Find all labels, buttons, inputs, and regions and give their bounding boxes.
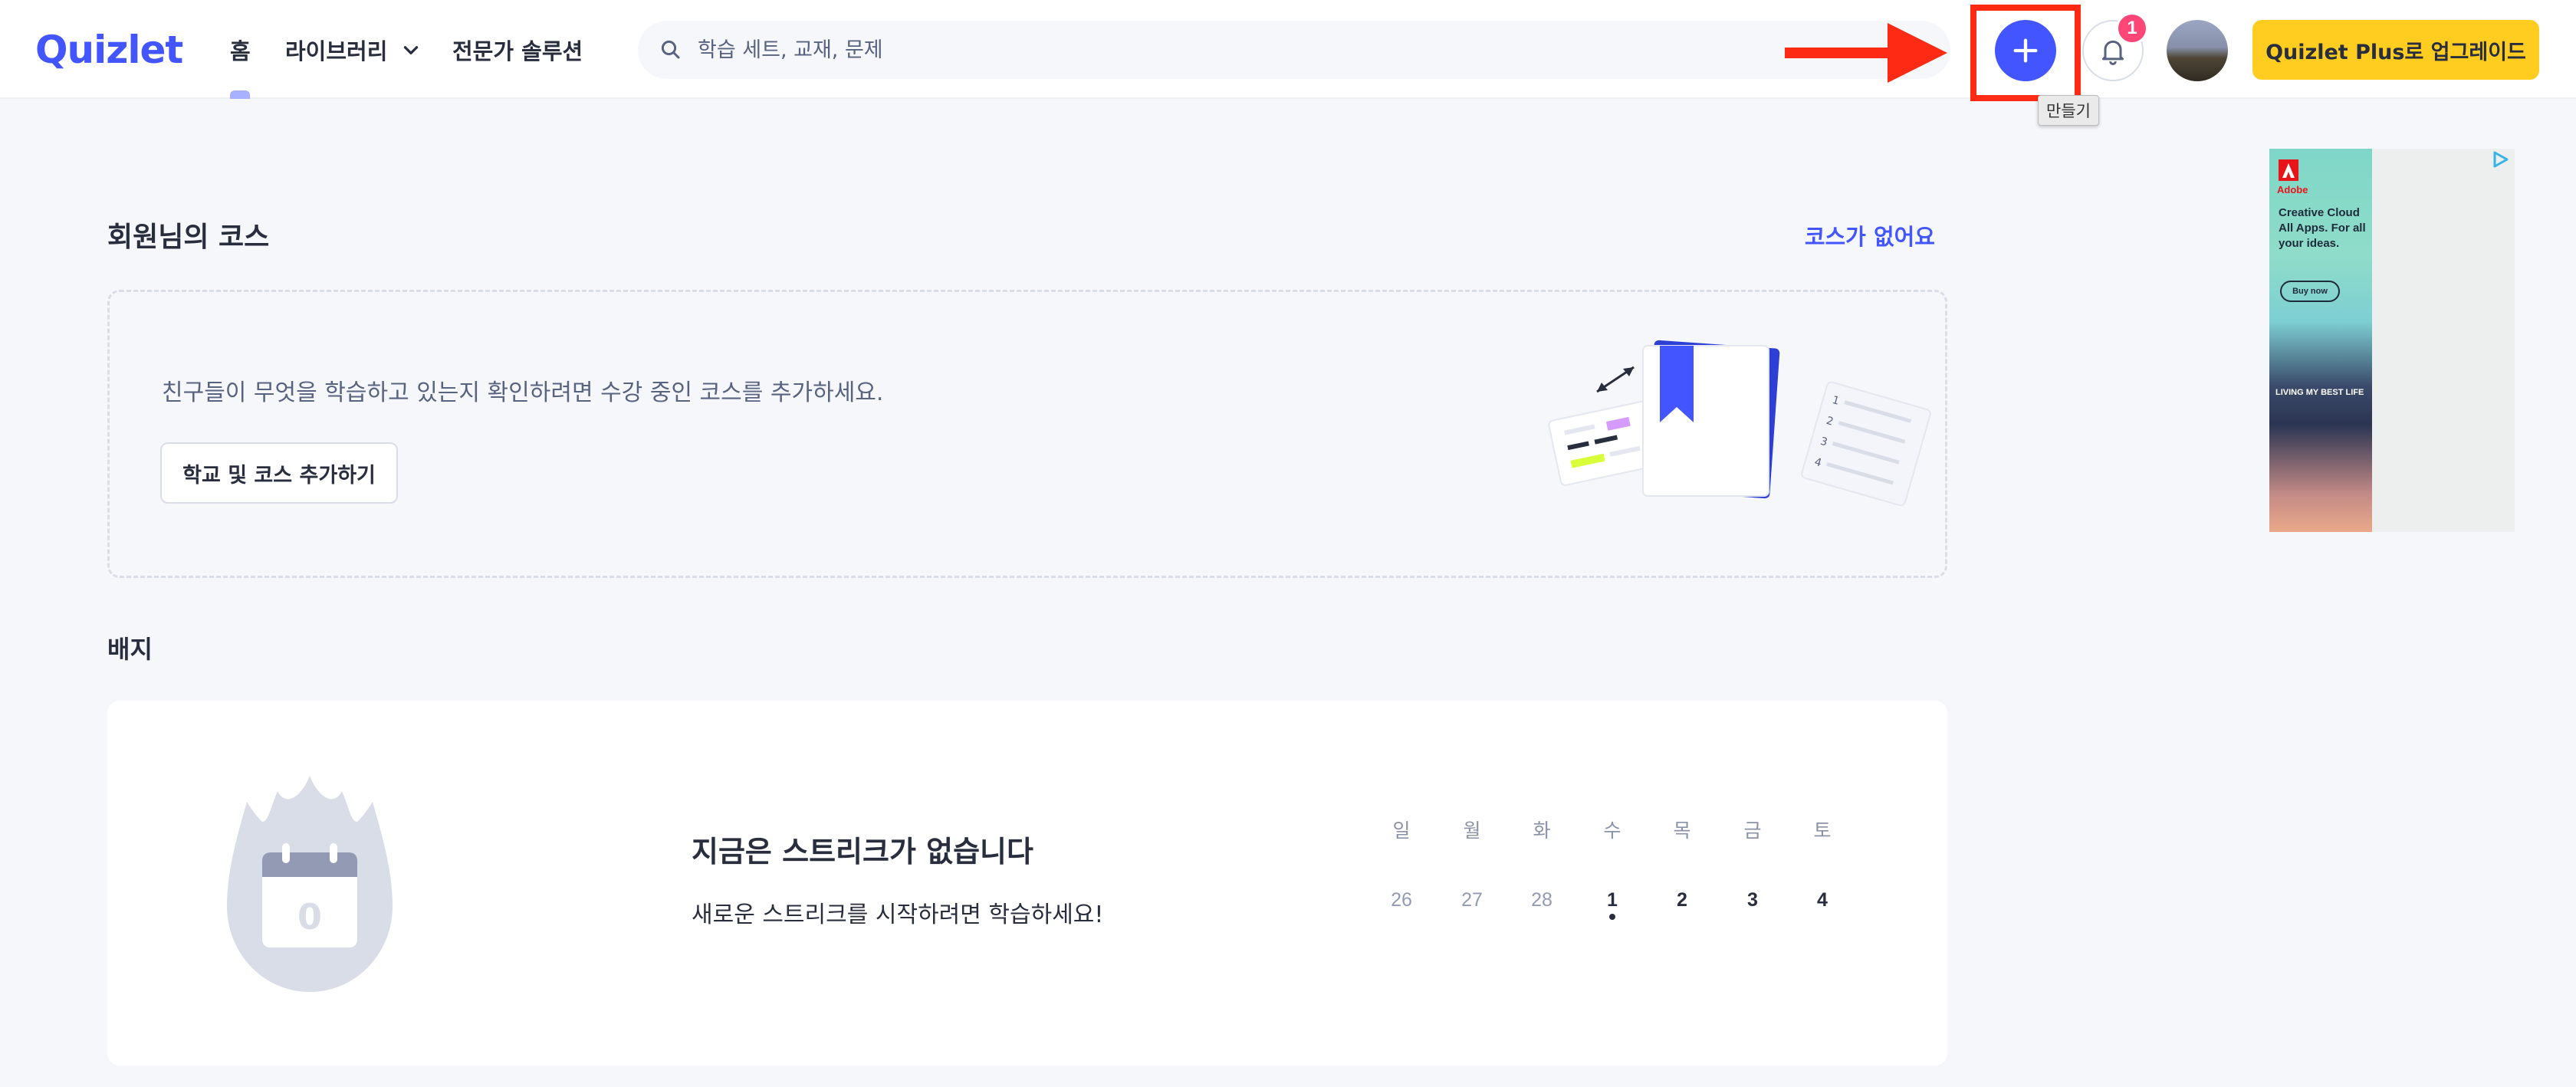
calendar-date: 3	[1747, 889, 1758, 911]
calendar-day-label: 화	[1533, 820, 1551, 842]
ad-brand: Adobe	[2277, 184, 2308, 195]
nav-expert-solutions[interactable]: 전문가 솔루션	[452, 34, 583, 66]
ad-buy-button[interactable]: Buy now	[2280, 281, 2340, 302]
advertisement[interactable]: Adobe Creative Cloud All Apps. For all y…	[2269, 149, 2515, 532]
chevron-down-icon	[404, 46, 419, 54]
ad-creative: Adobe Creative Cloud All Apps. For all y…	[2269, 149, 2372, 532]
calendar-day-label: 토	[1813, 820, 1832, 842]
calendar-day-label: 월	[1463, 820, 1481, 842]
calendar-date: 26	[1391, 889, 1412, 911]
calendar-date: 28	[1531, 889, 1552, 911]
quizlet-logo[interactable]: Quizlet	[35, 28, 183, 72]
today-dot-indicator	[1609, 914, 1615, 920]
add-course-button[interactable]: 학교 및 코스 추가하기	[160, 442, 398, 504]
adobe-logo-icon	[2279, 159, 2298, 181]
calendar-day-label: 목	[1673, 820, 1691, 842]
calendar-date: 4	[1817, 889, 1828, 911]
calendar-date: 2	[1677, 889, 1687, 911]
create-button[interactable]	[1995, 20, 2056, 81]
nav-home[interactable]: 홈	[230, 34, 251, 66]
streak-subtitle: 새로운 스트리크를 시작하려면 학습하세요!	[692, 901, 1104, 928]
nav-library[interactable]: 라이브러리	[285, 34, 421, 66]
streak-heading: 지금은 스트리크가 없습니다	[692, 835, 1033, 869]
calendar-date-today: 1	[1607, 889, 1618, 911]
search-bar[interactable]	[638, 21, 1950, 79]
plus-icon	[2013, 38, 2038, 63]
search-input[interactable]	[698, 38, 1848, 62]
create-tooltip: 만들기	[2038, 95, 2099, 126]
courses-illustration: 1 2 3 4	[1548, 340, 1931, 507]
calendar-date: 27	[1461, 889, 1483, 911]
nav-home-active-indicator	[230, 90, 250, 99]
search-icon	[661, 40, 680, 59]
courses-description: 친구들이 무엇을 학습하고 있는지 확인하려면 수강 중인 코스를 추가하세요.	[162, 379, 884, 406]
adchoices-icon[interactable]	[2492, 150, 2510, 169]
streak-flame-calendar-icon: 0	[227, 776, 393, 992]
ad-banner-text: LIVING MY BEST LIFE	[2275, 388, 2364, 397]
profile-avatar[interactable]	[2167, 20, 2228, 81]
ad-text: Creative Cloud All Apps. For all your id…	[2279, 206, 2366, 250]
calendar-day-label: 금	[1743, 820, 1762, 842]
annotation-arrow	[1785, 23, 1947, 83]
streak-card: 0 지금은 스트리크가 없습니다 새로운 스트리크를 시작하려면 학습하세요! …	[107, 701, 1947, 1066]
upgrade-button[interactable]: Quizlet Plus로 업그레이드	[2252, 20, 2539, 80]
courses-section-title: 회원님의 코스	[107, 222, 270, 253]
badges-section-title: 배지	[107, 635, 153, 664]
courses-empty-panel: 친구들이 무엇을 학습하고 있는지 확인하려면 수강 중인 코스를 추가하세요.…	[107, 290, 1947, 578]
no-courses-link[interactable]: 코스가 없어요	[1805, 219, 1935, 251]
calendar-day-label: 일	[1392, 820, 1411, 842]
notification-count-badge: 1	[2116, 12, 2148, 44]
nav-library-label: 라이브러리	[285, 38, 388, 64]
streak-count: 0	[297, 896, 322, 938]
calendar-day-label: 수	[1603, 820, 1622, 842]
